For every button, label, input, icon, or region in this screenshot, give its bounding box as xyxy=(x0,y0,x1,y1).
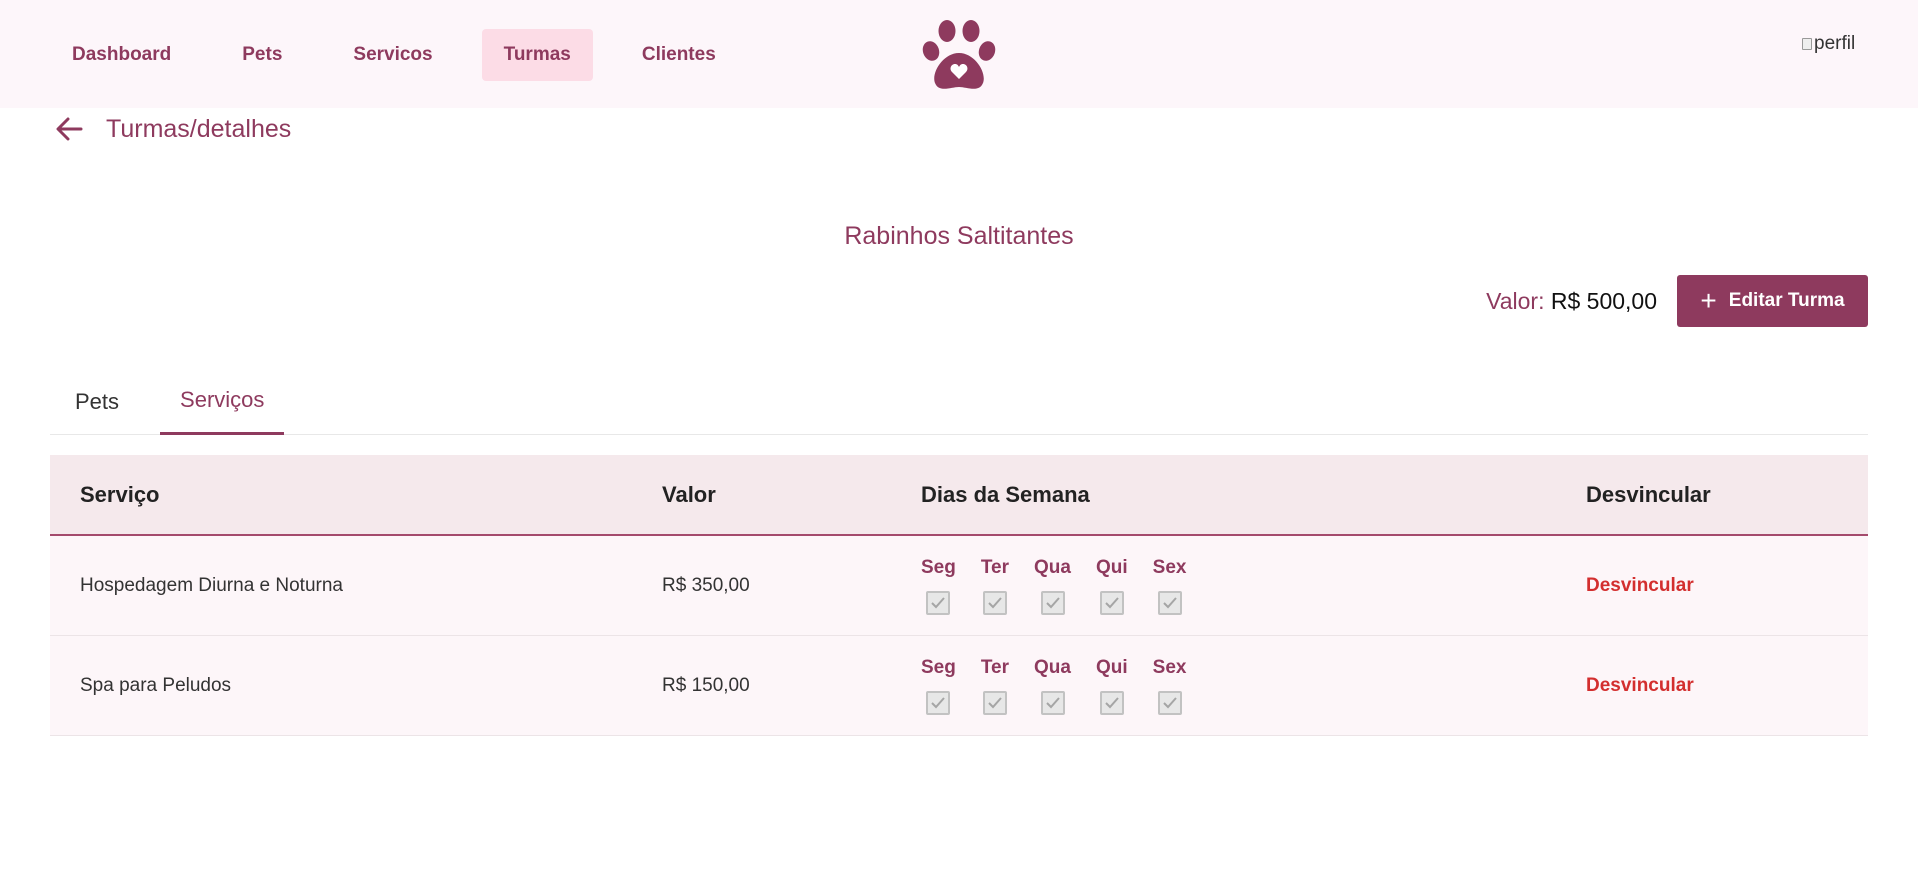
header-dias: Dias da Semana xyxy=(921,481,1090,507)
avatar-alt-text: perfil xyxy=(1814,33,1856,54)
main-nav: Dashboard Pets Servicos Turmas Clientes xyxy=(50,29,765,81)
weekday-label: Ter xyxy=(980,556,1010,578)
page-title: Turmas/detalhes xyxy=(106,114,292,143)
class-price: Valor: R$ 500,00 xyxy=(1486,288,1657,315)
weekday-label: Qui xyxy=(1095,656,1128,678)
weekday-label: Qui xyxy=(1095,556,1128,578)
header-valor: Valor xyxy=(662,481,716,507)
nav-turmas[interactable]: Turmas xyxy=(481,29,593,81)
check-icon xyxy=(1162,696,1177,708)
check-icon xyxy=(931,596,946,608)
check-icon xyxy=(1105,696,1119,708)
price-label: Valor: xyxy=(1486,288,1545,314)
service-name: Spa para Peludos xyxy=(80,674,232,696)
weekday-checkbox[interactable] xyxy=(1157,690,1182,715)
edit-class-button-label: Editar Turma xyxy=(1728,290,1845,311)
weekday-checkbox[interactable] xyxy=(1099,690,1124,715)
table-row: Hospedagem Diurna e Noturna R$ 350,00 Se… xyxy=(50,536,1868,636)
check-icon xyxy=(1105,596,1119,608)
broken-image-icon xyxy=(1802,38,1812,50)
weekdays: Seg Ter Qua Qui Sex xyxy=(921,536,1211,635)
check-icon xyxy=(1045,696,1060,708)
nav-pets[interactable]: Pets xyxy=(220,29,304,81)
check-icon xyxy=(1162,596,1177,608)
unlink-button[interactable]: Desvincular xyxy=(1586,575,1694,597)
weekday-checkbox[interactable] xyxy=(1040,690,1065,715)
weekday-checkbox[interactable] xyxy=(982,690,1007,715)
check-icon xyxy=(1045,596,1060,608)
nav-dashboard[interactable]: Dashboard xyxy=(50,29,193,81)
weekday-2: Qua xyxy=(1034,657,1071,715)
service-name: Hospedagem Diurna e Noturna xyxy=(80,574,343,596)
weekday-label: Sex xyxy=(1152,556,1187,578)
header-servico: Serviço xyxy=(80,481,160,507)
weekday-0: Seg xyxy=(921,657,956,715)
plus-icon: + xyxy=(1700,285,1717,316)
service-price: R$ 350,00 xyxy=(662,574,750,596)
header-desvincular: Desvincular xyxy=(1586,481,1711,507)
breadcrumb: Turmas/detalhes xyxy=(52,112,291,146)
weekday-0: Seg xyxy=(921,557,956,615)
weekday-checkbox[interactable] xyxy=(982,590,1007,615)
weekdays: Seg Ter Qua Qui Sex xyxy=(921,636,1211,735)
edit-class-button[interactable]: + Editar Turma xyxy=(1677,275,1868,327)
weekday-checkbox[interactable] xyxy=(1157,590,1182,615)
top-navbar: Dashboard Pets Servicos Turmas Clientes … xyxy=(0,0,1918,108)
weekday-label: Seg xyxy=(921,556,956,578)
check-icon xyxy=(988,596,1002,608)
weekday-checkbox[interactable] xyxy=(926,590,951,615)
weekday-label: Ter xyxy=(980,656,1010,678)
weekday-label: Seg xyxy=(921,656,956,678)
weekday-label: Qua xyxy=(1034,556,1071,578)
detail-tabs: Pets Serviços xyxy=(50,368,1868,435)
nav-servicos[interactable]: Servicos xyxy=(331,29,454,81)
check-icon xyxy=(988,696,1002,708)
weekday-checkbox[interactable] xyxy=(1099,590,1124,615)
weekday-1: Ter xyxy=(981,657,1009,715)
service-price: R$ 150,00 xyxy=(662,674,750,696)
tab-servicos[interactable]: Serviços xyxy=(160,368,285,435)
table-row: Spa para Peludos R$ 150,00 Seg Ter Qua Q… xyxy=(50,636,1868,736)
weekday-checkbox[interactable] xyxy=(926,690,951,715)
weekday-3: Qui xyxy=(1096,557,1128,615)
unlink-button[interactable]: Desvincular xyxy=(1586,675,1694,697)
weekday-4: Sex xyxy=(1152,556,1187,615)
check-icon xyxy=(931,696,946,708)
paw-heart-icon[interactable] xyxy=(921,17,997,91)
avatar[interactable]: perfil xyxy=(1802,33,1864,55)
price-amount: R$ 500,00 xyxy=(1550,288,1657,314)
arrow-left-icon[interactable] xyxy=(52,112,86,146)
services-table: Serviço Valor Dias da Semana Desvincular… xyxy=(50,455,1868,736)
class-name: Rabinhos Saltitantes xyxy=(844,222,1074,250)
tab-pets[interactable]: Pets xyxy=(50,368,144,435)
weekday-checkbox[interactable] xyxy=(1040,590,1065,615)
weekday-4: Sex xyxy=(1152,656,1187,715)
weekday-1: Ter xyxy=(981,557,1009,615)
weekday-2: Qua xyxy=(1034,557,1071,615)
table-header: Serviço Valor Dias da Semana Desvincular xyxy=(50,455,1868,536)
weekday-label: Sex xyxy=(1152,656,1187,678)
nav-clientes[interactable]: Clientes xyxy=(620,29,738,81)
weekday-label: Qua xyxy=(1034,656,1071,678)
weekday-3: Qui xyxy=(1096,657,1128,715)
